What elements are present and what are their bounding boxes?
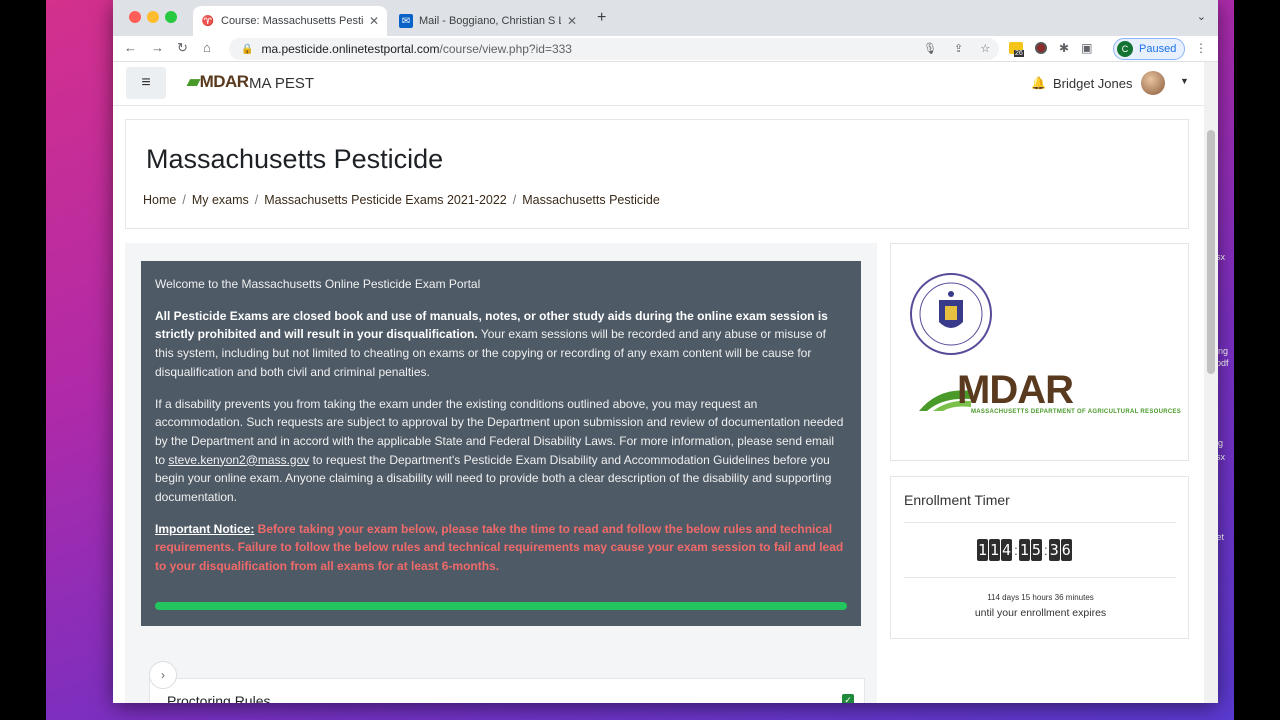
timer-digits: 1 1 4 : 1 5 : 3 6: [977, 539, 1073, 561]
mdar-subtitle: MASSACHUSETTS DEPARTMENT OF AGRICULTURAL…: [971, 409, 1182, 415]
minimize-window-button[interactable]: [147, 11, 159, 23]
hamburger-menu-button[interactable]: ≡: [126, 67, 166, 99]
welcome-notice: Welcome to the Massachusetts Online Pest…: [141, 261, 861, 626]
side-panel-icon[interactable]: ▣: [1081, 41, 1092, 55]
site-name[interactable]: MA PEST: [249, 75, 314, 92]
notification-bell-icon[interactable]: 🔔: [1031, 76, 1046, 90]
timer-digit: 5: [1030, 539, 1042, 561]
close-window-button[interactable]: [129, 11, 141, 23]
page-title: Massachusetts Pesticide: [146, 144, 444, 174]
profile-paused-button[interactable]: C Paused: [1113, 38, 1186, 60]
breadcrumb-exams-2021-2022[interactable]: Massachusetts Pesticide Exams 2021-2022: [264, 193, 507, 207]
tab-title: Course: Massachusetts Pesticide: [221, 15, 363, 27]
timer-expires-label: until your enrollment expires: [974, 607, 1107, 619]
completion-checkbox-icon[interactable]: ✓: [842, 694, 854, 703]
tab-strip: ♈ Course: Massachusetts Pesticide ✕ ✉ Ma…: [113, 0, 1218, 36]
timer-colon: :: [1043, 542, 1048, 558]
desktop-file-label[interactable]: ng: [1218, 346, 1228, 356]
timer-digit: 1: [977, 539, 988, 561]
email-link[interactable]: steve.kenyon2@mass.gov: [168, 453, 309, 467]
new-tab-icon[interactable]: +: [597, 9, 606, 27]
tab-title: Mail - Boggiano, Christian S LT: [419, 15, 561, 27]
microphone-icon[interactable]: 🎙: [923, 43, 937, 55]
timer-digit: 3: [1048, 539, 1060, 561]
disability-paragraph: If a disability prevents you from taking…: [155, 395, 847, 507]
desktop-file-label[interactable]: g: [1218, 438, 1223, 448]
share-icon[interactable]: ⇪: [954, 43, 963, 55]
reload-icon[interactable]: ↻: [177, 40, 188, 56]
proctoring-rules-section[interactable]: Proctoring Rules ✓: [149, 678, 865, 703]
breadcrumb-current[interactable]: Massachusetts Pesticide: [522, 193, 660, 207]
moodle-favicon-icon: ♈: [201, 15, 215, 27]
timer-detail: 114 days 15 hours 36 minutes: [987, 593, 1094, 602]
proctoring-rules-title[interactable]: Proctoring Rules: [167, 693, 271, 703]
important-notice: Important Notice: Before taking your exa…: [155, 520, 847, 576]
breadcrumb-my-exams[interactable]: My exams: [192, 193, 249, 207]
lock-icon[interactable]: 🔒: [241, 44, 253, 55]
extensions-area: 26 ✱ ▣: [1009, 41, 1092, 57]
scrollbar-thumb[interactable]: [1207, 130, 1215, 374]
extension-badge-icon[interactable]: 26: [1009, 42, 1024, 57]
browser-menu-icon[interactable]: ⋮: [1195, 41, 1207, 55]
puzzle-extensions-icon[interactable]: ✱: [1059, 41, 1069, 55]
enrollment-timer-title: Enrollment Timer: [904, 492, 1010, 508]
page-scrollbar[interactable]: [1204, 62, 1218, 703]
mdar-large-logo: MDAR MASSACHUSETTS DEPARTMENT OF AGRICUL…: [919, 368, 1181, 415]
profile-status-label: Paused: [1139, 43, 1177, 55]
back-arrow-icon[interactable]: ←: [124, 40, 137, 55]
timer-digit: 1: [1018, 539, 1030, 561]
user-avatar[interactable]: [1141, 71, 1165, 95]
forward-arrow-icon[interactable]: →: [151, 40, 164, 55]
page-header: Massachusetts Pesticide Home / My exams / Ma…: [125, 119, 1189, 229]
tab-mail[interactable]: ✉ Mail - Boggiano, Christian S LT ✕: [391, 6, 585, 36]
tab-course[interactable]: ♈ Course: Massachusetts Pesticide ✕: [193, 6, 387, 36]
omnibox-actions: 🎙 ⇪ ☆: [923, 42, 1004, 55]
enrollment-timer-block: Enrollment Timer 1 1 4 : 1 5 : 3 6 114 d…: [890, 476, 1189, 639]
user-menu-caret-icon[interactable]: ▼: [1180, 76, 1189, 86]
mdar-word: MDAR: [957, 368, 1074, 412]
logo-block: MDAR MASSACHUSETTS DEPARTMENT OF AGRICUL…: [890, 243, 1189, 461]
timer-colon: :: [1014, 542, 1018, 558]
profile-avatar: C: [1117, 41, 1133, 57]
open-drawer-button[interactable]: ›: [149, 661, 177, 689]
mdar-logo[interactable]: ▰MDAR: [187, 72, 249, 92]
maximize-window-button[interactable]: [165, 11, 177, 23]
course-content: Welcome to the Massachusetts Online Pest…: [125, 243, 877, 703]
close-tab-icon[interactable]: ✕: [567, 14, 577, 28]
breadcrumb-home[interactable]: Home: [143, 193, 176, 207]
progress-bar: [155, 602, 847, 610]
bookmark-star-icon[interactable]: ☆: [980, 43, 990, 55]
divider: [904, 577, 1176, 578]
home-icon[interactable]: ⌂: [203, 40, 211, 55]
url-host: ma.pesticide.onlinetestportal.com: [261, 42, 440, 56]
url-path: /course/view.php?id=333: [439, 42, 572, 56]
massachusetts-seal-icon: [910, 273, 992, 355]
hamburger-icon: ≡: [141, 74, 151, 91]
divider: [904, 522, 1176, 523]
important-notice-text: Before taking your exam below, please ta…: [155, 521, 844, 574]
browser-toolbar: ← → ↻ ⌂ 🔒 ma.pesticide.onlinetestportal.…: [113, 36, 1218, 62]
outlook-favicon-icon: ✉: [399, 14, 413, 28]
chevron-right-icon: ›: [161, 668, 165, 682]
mdar-logo-text: MDAR: [199, 72, 250, 91]
rules-paragraph: All Pesticide Exams are closed book and …: [155, 307, 847, 382]
record-extension-icon[interactable]: [1035, 42, 1047, 54]
address-bar[interactable]: 🔒 ma.pesticide.onlinetestportal.com/cour…: [229, 38, 999, 60]
welcome-intro: Welcome to the Massachusetts Online Pest…: [155, 277, 481, 291]
timer-digit: 4: [1001, 539, 1012, 561]
extension-badge-count: 26: [1014, 50, 1024, 57]
user-name[interactable]: Bridget Jones: [1053, 76, 1133, 91]
window-content-clip: ≡ ▰MDAR MA PEST 🔔 Bridget Jones ▼ Massac…: [113, 0, 1218, 703]
close-tab-icon[interactable]: ✕: [369, 14, 379, 28]
tab-search-chevron-icon[interactable]: ⌄: [1197, 10, 1206, 23]
timer-digit: 1: [989, 539, 1000, 561]
important-notice-label: Important Notice:: [155, 521, 255, 536]
timer-digit: 6: [1060, 539, 1072, 561]
breadcrumb: Home / My exams / Massachusetts Pesticide Ex…: [143, 193, 660, 207]
site-navbar: ≡ ▰MDAR MA PEST 🔔 Bridget Jones ▼: [113, 62, 1218, 106]
site-page: ≡ ▰MDAR MA PEST 🔔 Bridget Jones ▼ Massac…: [113, 62, 1218, 703]
